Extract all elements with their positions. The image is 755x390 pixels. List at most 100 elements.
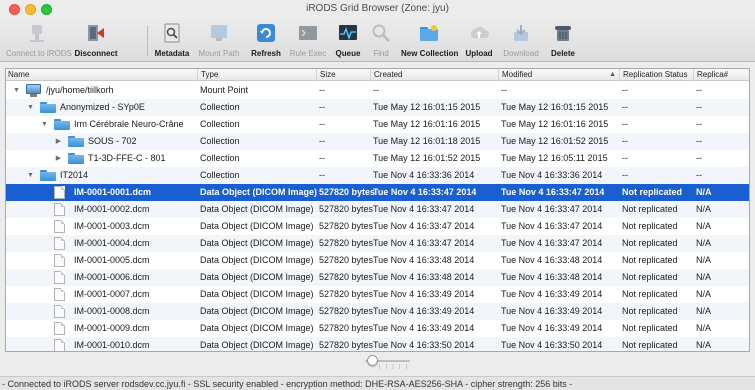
upload-button[interactable]: Upload (464, 20, 494, 62)
refresh-icon (257, 24, 275, 42)
cell-size: 527820 bytes (319, 204, 374, 214)
cell-replica: N/A (696, 238, 712, 248)
column-header-replication-status[interactable]: Replication Status (619, 69, 693, 81)
toolbar-separator (147, 26, 148, 56)
delete-button[interactable]: Delete (548, 20, 578, 62)
disconnect-button[interactable]: Disconnect (70, 20, 122, 62)
table-row[interactable]: ▼ IT2014 Collection -- Tue Nov 4 16:33:36 20… (6, 167, 749, 184)
cell-replication-status: Not replicated (622, 255, 678, 265)
table-row[interactable]: IM-0001-0003.dcm Data Object (DICOM Image… (6, 218, 749, 235)
cell-name: IM-0001-0002.dcm (74, 204, 150, 214)
cell-type: Collection (200, 119, 240, 129)
cell-replica: N/A (696, 255, 712, 265)
rule-exec-button[interactable]: Rule Exec (289, 20, 327, 62)
table-row[interactable]: IM-0001-0002.dcm Data Object (DICOM Image… (6, 201, 749, 218)
disclosure-collapsed-icon[interactable]: ▶ (54, 133, 63, 150)
column-header-replica[interactable]: Replica# (693, 69, 749, 81)
cell-type: Data Object (DICOM Image) (200, 204, 314, 214)
file-table: Name Type Size Created Modified ▲ Replica… (5, 68, 750, 352)
table-row[interactable]: IM-0001-0008.dcm Data Object (DICOM Image… (6, 303, 749, 320)
table-row[interactable]: IM-0001-0007.dcm Data Object (DICOM Image… (6, 286, 749, 303)
zoom-slider[interactable]: | | | | | (365, 355, 410, 370)
table-row[interactable]: ▼ /jyu/home/tiilkorh Mount Point -- -- -- -- -- (6, 82, 749, 99)
cell-type: Data Object (DICOM Image) (200, 255, 314, 265)
table-row[interactable]: ▶ SOUS - 702 Collection -- Tue May 12 16:01:… (6, 133, 749, 150)
cell-replica: N/A (696, 187, 712, 197)
cell-modified: Tue Nov 4 16:33:48 2014 (501, 272, 603, 282)
table-row[interactable]: ▼ Anonymized - SYp0E Collection -- Tue May 1… (6, 99, 749, 116)
document-icon (54, 339, 65, 351)
column-header-name[interactable]: Name (6, 69, 197, 81)
cell-type: Data Object (DICOM Image) (200, 340, 314, 350)
cell-name: IM-0001-0009.dcm (74, 323, 150, 333)
document-icon (54, 186, 65, 199)
document-icon (54, 254, 65, 267)
cell-modified: Tue Nov 4 16:33:47 2014 (501, 221, 603, 231)
mount-path-icon (211, 25, 227, 41)
cell-created: Tue Nov 4 16:33:49 2014 (373, 289, 475, 299)
cell-modified: -- (501, 85, 507, 95)
cell-type: Collection (200, 102, 240, 112)
cell-replication-status: Not replicated (622, 340, 678, 350)
folder-icon (68, 136, 84, 147)
queue-button[interactable]: Queue (334, 20, 362, 62)
table-row[interactable]: IM-0001-0004.dcm Data Object (DICOM Image… (6, 235, 749, 252)
cell-type: Data Object (DICOM Image) (200, 187, 318, 197)
cell-type: Mount Point (200, 85, 249, 95)
table-row[interactable]: IM-0001-0006.dcm Data Object (DICOM Image… (6, 269, 749, 286)
cell-replication-status: Not replicated (622, 272, 678, 282)
cell-modified: Tue Nov 4 16:33:47 2014 (501, 238, 603, 248)
column-header-size[interactable]: Size (316, 69, 370, 81)
connect-button[interactable]: Connect to iRODS (6, 20, 72, 62)
disclosure-expanded-icon[interactable]: ▼ (26, 167, 35, 184)
table-row[interactable]: IM-0001-0005.dcm Data Object (DICOM Image… (6, 252, 749, 269)
cell-replication-status: Not replicated (622, 204, 678, 214)
cell-replication-status: -- (622, 153, 628, 163)
column-header-created[interactable]: Created (370, 69, 498, 81)
new-collection-button[interactable]: New Collection (401, 20, 458, 62)
cell-name: Anonymized - SYp0E (60, 102, 145, 112)
cell-replication-status: Not replicated (622, 221, 678, 231)
table-row[interactable]: IM-0001-0010.dcm Data Object (DICOM Image… (6, 337, 749, 351)
cell-replication-status: -- (622, 102, 628, 112)
disclosure-expanded-icon[interactable]: ▼ (12, 82, 21, 99)
terminal-icon (299, 26, 317, 40)
column-header-type[interactable]: Type (197, 69, 316, 81)
close-window-button[interactable] (9, 4, 20, 15)
disclosure-expanded-icon[interactable]: ▼ (26, 99, 35, 116)
find-button[interactable]: Find (368, 20, 394, 62)
cell-name: IM-0001-0006.dcm (74, 272, 150, 282)
cell-size: -- (319, 170, 325, 180)
cell-replica: -- (696, 102, 702, 112)
cell-modified: Tue Nov 4 16:33:49 2014 (501, 289, 603, 299)
minimize-window-button[interactable] (25, 4, 36, 15)
new-folder-icon (420, 25, 438, 41)
zoom-window-button[interactable] (41, 4, 52, 15)
cell-name: IM-0001-0003.dcm (74, 221, 150, 231)
column-header-modified[interactable]: Modified ▲ (498, 69, 619, 81)
table-row[interactable]: ▼ Irm Cérébrale Neuro-Crâne Collection -- Tu… (6, 116, 749, 133)
disclosure-expanded-icon[interactable]: ▼ (40, 116, 49, 133)
upload-icon (470, 26, 489, 38)
app-window: iRODS Grid Browser (Zone: jyu) Connect t… (0, 0, 755, 390)
cell-modified: Tue Nov 4 16:33:47 2014 (501, 204, 603, 214)
cell-size: 527820 bytes (319, 221, 374, 231)
table-row[interactable]: IM-0001-0009.dcm Data Object (DICOM Image… (6, 320, 749, 337)
toolbar: Connect to iRODS Disconnect Metadata Mou… (0, 18, 755, 62)
cell-replica: -- (696, 119, 702, 129)
table-row[interactable]: ▶ T1-3D-FFE-C - 801 Collection -- Tue May 12… (6, 150, 749, 167)
refresh-button[interactable]: Refresh (250, 20, 282, 62)
document-icon (54, 305, 65, 318)
cell-modified: Tue Nov 4 16:33:49 2014 (501, 306, 603, 316)
mount-path-button[interactable]: Mount Path (196, 20, 242, 62)
cell-replication-status: Not replicated (622, 306, 678, 316)
cell-replication-status: -- (622, 119, 628, 129)
cell-size: 527820 bytes (319, 272, 374, 282)
cell-created: Tue May 12 16:01:16 2015 (373, 119, 481, 129)
slider-knob[interactable] (367, 355, 378, 366)
metadata-button[interactable]: Metadata (152, 20, 192, 62)
download-button[interactable]: Download (501, 20, 541, 62)
cell-replica: N/A (696, 272, 712, 282)
disclosure-collapsed-icon[interactable]: ▶ (54, 150, 63, 167)
table-row[interactable]: IM-0001-0001.dcm Data Object (DICOM Image… (6, 184, 749, 201)
